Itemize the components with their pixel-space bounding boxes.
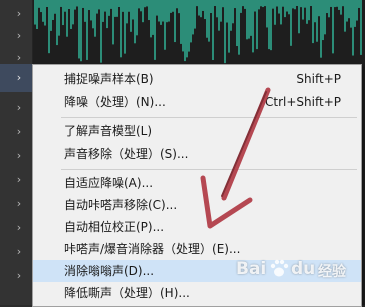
waveform-graphic [34, 0, 362, 64]
menu-item-label: 自动咔嗒声移除(C)... [64, 198, 178, 212]
menu-separator [61, 169, 357, 170]
menu-item-label: 消除嗡嗡声(D)... [64, 264, 155, 278]
left-tree-panel: › › › › › › › › › › › › [0, 0, 33, 305]
menu-item-shortcut: Shift+P [296, 72, 341, 86]
menu-item-label: 咔嗒声/爆音消除器（处理）(E)... [64, 242, 241, 256]
chevron-right-icon[interactable]: › [14, 222, 24, 234]
chevron-right-icon[interactable]: › [14, 52, 24, 64]
menu-item-label: 降低嘶声（处理）(H)... [64, 286, 190, 300]
chevron-right-icon[interactable]: › [14, 8, 24, 20]
menu-item-learn-sound-model[interactable]: 了解声音模型(L) [33, 120, 361, 142]
chevron-right-icon[interactable]: › [14, 198, 24, 210]
menu-item-adaptive-noise-reduction[interactable]: 自适应降噪(A)... [33, 172, 361, 194]
menu-item-automatic-click-remover[interactable]: 自动咔嗒声移除(C)... [33, 194, 361, 216]
menu-item-label: 降噪（处理）(N)... [64, 95, 166, 109]
menu-item-noise-reduction[interactable]: 降噪（处理）(N)... Ctrl+Shift+P [33, 91, 361, 113]
waveform-display[interactable] [33, 0, 365, 64]
menu-item-label: 自动相位校正(P)... [64, 220, 165, 234]
chevron-right-icon[interactable]: › [14, 150, 24, 162]
menu-item-shortcut: Ctrl+Shift+P [265, 95, 341, 109]
menu-item-label: 自适应降噪(A)... [64, 176, 154, 190]
chevron-right-icon[interactable]: › [14, 246, 24, 258]
chevron-right-icon[interactable]: › [14, 72, 24, 84]
menu-item-click-pop-eliminator[interactable]: 咔嗒声/爆音消除器（处理）(E)... [33, 238, 361, 260]
chevron-right-icon[interactable]: › [14, 270, 24, 282]
menu-item-label: 了解声音模型(L) [64, 124, 153, 138]
menu-item-sound-remover[interactable]: 声音移除（处理）(S)... [33, 143, 361, 165]
menu-item-hiss-reduction[interactable]: 降低嘶声（处理）(H)... [33, 282, 361, 304]
menu-item-label: 捕捉噪声样本(B) [64, 72, 154, 86]
chevron-right-icon[interactable]: › [14, 30, 24, 42]
chevron-right-icon[interactable]: › [14, 126, 24, 138]
menu-item-automatic-phase-correction[interactable]: 自动相位校正(P)... [33, 216, 361, 238]
menu-separator [61, 117, 357, 118]
chevron-right-icon[interactable]: › [14, 102, 24, 114]
menu-item-dehummer[interactable]: 消除嗡嗡声(D)... [33, 260, 361, 282]
context-menu-noise-reduction: 捕捉噪声样本(B) Shift+P 降噪（处理）(N)... Ctrl+Shif… [32, 64, 362, 307]
chevron-right-icon[interactable]: › [14, 174, 24, 186]
menu-item-label: 声音移除（处理）(S)... [64, 147, 189, 161]
menu-item-capture-noise-print[interactable]: 捕捉噪声样本(B) Shift+P [33, 68, 361, 90]
